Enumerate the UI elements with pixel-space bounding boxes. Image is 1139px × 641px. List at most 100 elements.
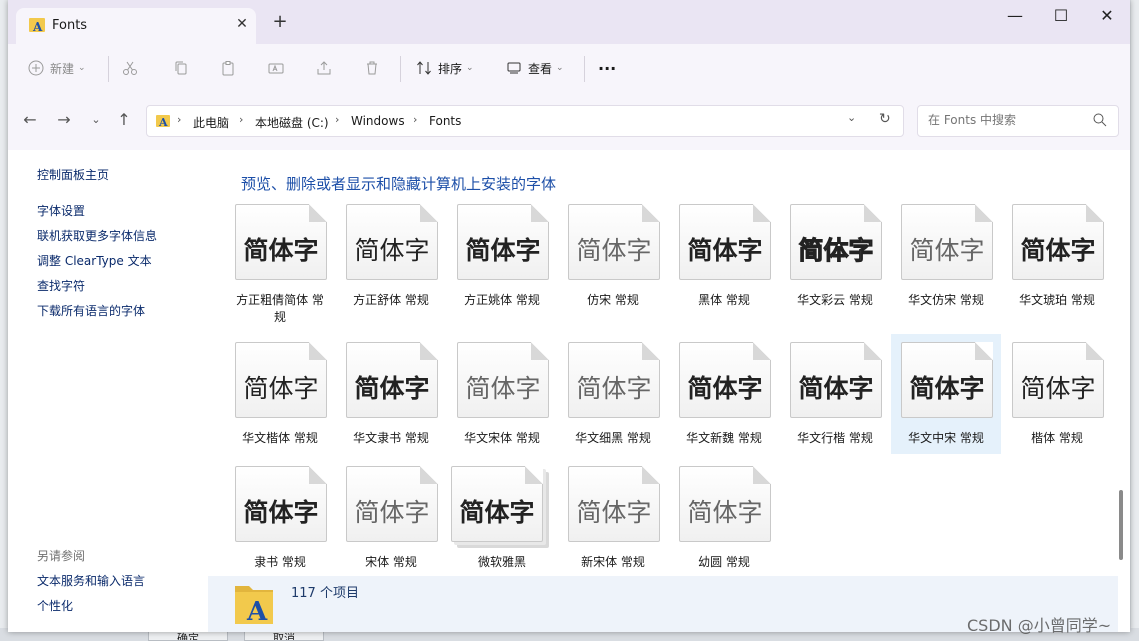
page-title: 预览、删除或者显示和隐藏计算机上安装的字体 bbox=[241, 175, 557, 193]
font-sample-text: 简体字 bbox=[687, 374, 763, 403]
font-tile[interactable]: 简体字 华文宋体 常规 bbox=[447, 334, 557, 454]
chevron-down-icon: ⌄ bbox=[466, 63, 474, 73]
clipboard-icon bbox=[222, 61, 234, 76]
font-file-icon: 简体字 bbox=[568, 204, 660, 280]
font-tile[interactable]: 简体字 华文隶书 常规 bbox=[336, 334, 446, 454]
font-tile[interactable]: 简体字 仿宋 常规 bbox=[558, 204, 668, 316]
refresh-icon[interactable]: ↻ bbox=[879, 111, 891, 127]
font-tile[interactable]: 简体字 华文仿宋 常规 bbox=[891, 204, 1001, 316]
address-history-chevron-icon[interactable]: ⌄ bbox=[847, 111, 856, 124]
share-button[interactable] bbox=[316, 52, 338, 84]
font-name-label: 华文中宋 常规 bbox=[908, 431, 984, 445]
new-button[interactable]: 新建 ⌄ bbox=[28, 52, 86, 84]
font-tile[interactable]: 简体字 方正舒体 常规 bbox=[336, 204, 446, 316]
back-arrow-icon[interactable]: ← bbox=[18, 108, 42, 132]
font-tile[interactable]: 简体字 黑体 常规 bbox=[669, 204, 779, 316]
view-button-label: 查看 bbox=[528, 61, 553, 76]
sidebar-link-get-font-info-online[interactable]: 联机获取更多字体信息 bbox=[37, 227, 157, 244]
font-tile[interactable]: 简体字 幼圆 常规 bbox=[669, 458, 779, 576]
sidebar-link-download-all-fonts[interactable]: 下载所有语言的字体 bbox=[37, 302, 145, 319]
tab-close-icon[interactable]: ✕ bbox=[232, 14, 252, 34]
copy-button[interactable] bbox=[173, 52, 195, 84]
sidebar-link-text-services[interactable]: 文本服务和输入语言 bbox=[37, 572, 145, 589]
chevron-down-icon: ⌄ bbox=[556, 63, 564, 73]
fonts-content-pane: 预览、删除或者显示和隐藏计算机上安装的字体 简体字 方正粗倩简体 常规 简体字 方正舒… bbox=[208, 150, 1130, 632]
search-box[interactable] bbox=[917, 105, 1119, 137]
font-tile[interactable]: 简体字 方正姚体 常规 bbox=[447, 204, 557, 316]
font-tile[interactable]: 简体字 宋体 常规 bbox=[336, 458, 446, 576]
font-file-icon: 简体字 bbox=[901, 342, 993, 418]
close-button[interactable]: ✕ bbox=[1084, 0, 1130, 32]
new-tab-button[interactable]: + bbox=[270, 12, 290, 32]
breadcrumb-separator: › bbox=[177, 113, 182, 126]
font-tile[interactable]: 简体字 微软雅黑 bbox=[447, 458, 557, 576]
forward-arrow-icon[interactable]: → bbox=[52, 108, 76, 132]
background-right-edge bbox=[1131, 0, 1139, 641]
fonts-folder-large-icon: A bbox=[232, 580, 276, 631]
chevron-down-icon: ⌄ bbox=[78, 63, 86, 73]
font-file-icon: 简体字 bbox=[679, 466, 771, 542]
font-sample-text: 简体字 bbox=[465, 236, 541, 265]
font-name-label: 黑体 常规 bbox=[698, 293, 750, 307]
font-name-label: 方正粗倩简体 常规 bbox=[236, 293, 324, 324]
font-tile[interactable]: 简体字 隶书 常规 bbox=[225, 458, 335, 576]
font-tile[interactable]: 简体字 华文细黑 常规 bbox=[558, 334, 668, 454]
font-tile[interactable]: 简体字 华文楷体 常规 bbox=[225, 334, 335, 454]
breadcrumb-windows[interactable]: Windows bbox=[351, 114, 405, 128]
font-tile[interactable]: 简体字 华文行楷 常规 bbox=[780, 334, 890, 454]
search-input[interactable] bbox=[926, 112, 1090, 128]
explorer-window: A Fonts ✕ + — ☐ ✕ 新建 ⌄ 排序 ⌄ 查看 ⌄ ··· ← →… bbox=[8, 0, 1130, 632]
maximize-button[interactable]: ☐ bbox=[1038, 0, 1084, 32]
delete-button[interactable] bbox=[364, 52, 386, 84]
sort-button[interactable]: 排序 ⌄ bbox=[416, 52, 474, 84]
plus-circle-icon bbox=[28, 60, 44, 76]
font-tile[interactable]: 简体字华文彩云 常规 bbox=[780, 204, 890, 316]
recent-locations-chevron-icon[interactable]: ⌄ bbox=[84, 108, 108, 132]
font-file-icon: 简体字 bbox=[568, 466, 660, 542]
font-tile[interactable]: 简体字 新宋体 常规 bbox=[558, 458, 668, 576]
breadcrumb-this-pc[interactable]: 此电脑 bbox=[193, 114, 229, 131]
font-name-label: 华文琥珀 常规 bbox=[1019, 293, 1095, 307]
font-tile[interactable]: 简体字 华文新魏 常规 bbox=[669, 334, 779, 454]
rename-icon bbox=[268, 63, 284, 74]
view-button[interactable]: 查看 ⌄ bbox=[506, 52, 564, 84]
fonts-folder-icon: A bbox=[155, 113, 171, 132]
toolbar-divider bbox=[584, 56, 585, 82]
font-name-label: 华文彩云 常规 bbox=[797, 293, 873, 307]
tab-fonts[interactable]: A Fonts ✕ bbox=[16, 8, 256, 44]
more-options-button[interactable]: ··· bbox=[598, 52, 616, 84]
font-file-icon: 简体字 bbox=[235, 204, 327, 280]
sidebar-link-adjust-cleartype[interactable]: 调整 ClearType 文本 bbox=[37, 252, 152, 269]
sidebar-link-font-settings[interactable]: 字体设置 bbox=[37, 202, 85, 219]
vertical-scrollbar[interactable] bbox=[1118, 204, 1124, 576]
breadcrumb-local-disk[interactable]: 本地磁盘 (C:) bbox=[255, 114, 329, 131]
font-tile[interactable]: 简体字方正粗倩简体 常规 bbox=[225, 204, 335, 324]
font-file-icon: 简体字 bbox=[790, 204, 882, 280]
scrollbar-thumb[interactable] bbox=[1119, 490, 1123, 560]
toolbar-divider bbox=[108, 56, 109, 82]
font-name-label: 华文楷体 常规 bbox=[242, 431, 318, 445]
rename-button[interactable] bbox=[268, 52, 290, 84]
paste-button[interactable] bbox=[220, 52, 242, 84]
font-name-label: 隶书 常规 bbox=[254, 555, 306, 569]
font-sample-text: 简体字 bbox=[687, 236, 763, 265]
minimize-button[interactable]: — bbox=[992, 0, 1038, 32]
font-name-label: 华文宋体 常规 bbox=[464, 431, 540, 445]
breadcrumb-fonts[interactable]: Fonts bbox=[429, 114, 461, 128]
up-arrow-icon[interactable]: ↑ bbox=[112, 108, 136, 132]
cut-button[interactable] bbox=[122, 52, 144, 84]
font-name-label: 宋体 常规 bbox=[365, 555, 417, 569]
font-name-label: 华文细黑 常规 bbox=[575, 431, 651, 445]
sidebar-link-personalization[interactable]: 个性化 bbox=[37, 597, 73, 614]
sidebar-link-control-panel-home[interactable]: 控制面板主页 bbox=[37, 166, 109, 183]
sort-button-label: 排序 bbox=[438, 61, 463, 76]
font-tile[interactable]: 简体字 楷体 常规 bbox=[1002, 334, 1112, 454]
font-sample-text: 简体字 bbox=[354, 374, 430, 403]
view-icon bbox=[507, 62, 521, 74]
font-tile[interactable]: 简体字华文中宋 常规 bbox=[891, 334, 1001, 454]
font-sample-text: 简体字 bbox=[798, 236, 874, 266]
font-tile[interactable]: 简体字 华文琥珀 常规 bbox=[1002, 204, 1112, 316]
address-bar[interactable]: A › 此电脑 › 本地磁盘 (C:) › Windows › Fonts ⌄ … bbox=[146, 105, 904, 137]
font-sample-text: 简体字 bbox=[576, 236, 652, 265]
sidebar-link-find-character[interactable]: 查找字符 bbox=[37, 277, 85, 294]
